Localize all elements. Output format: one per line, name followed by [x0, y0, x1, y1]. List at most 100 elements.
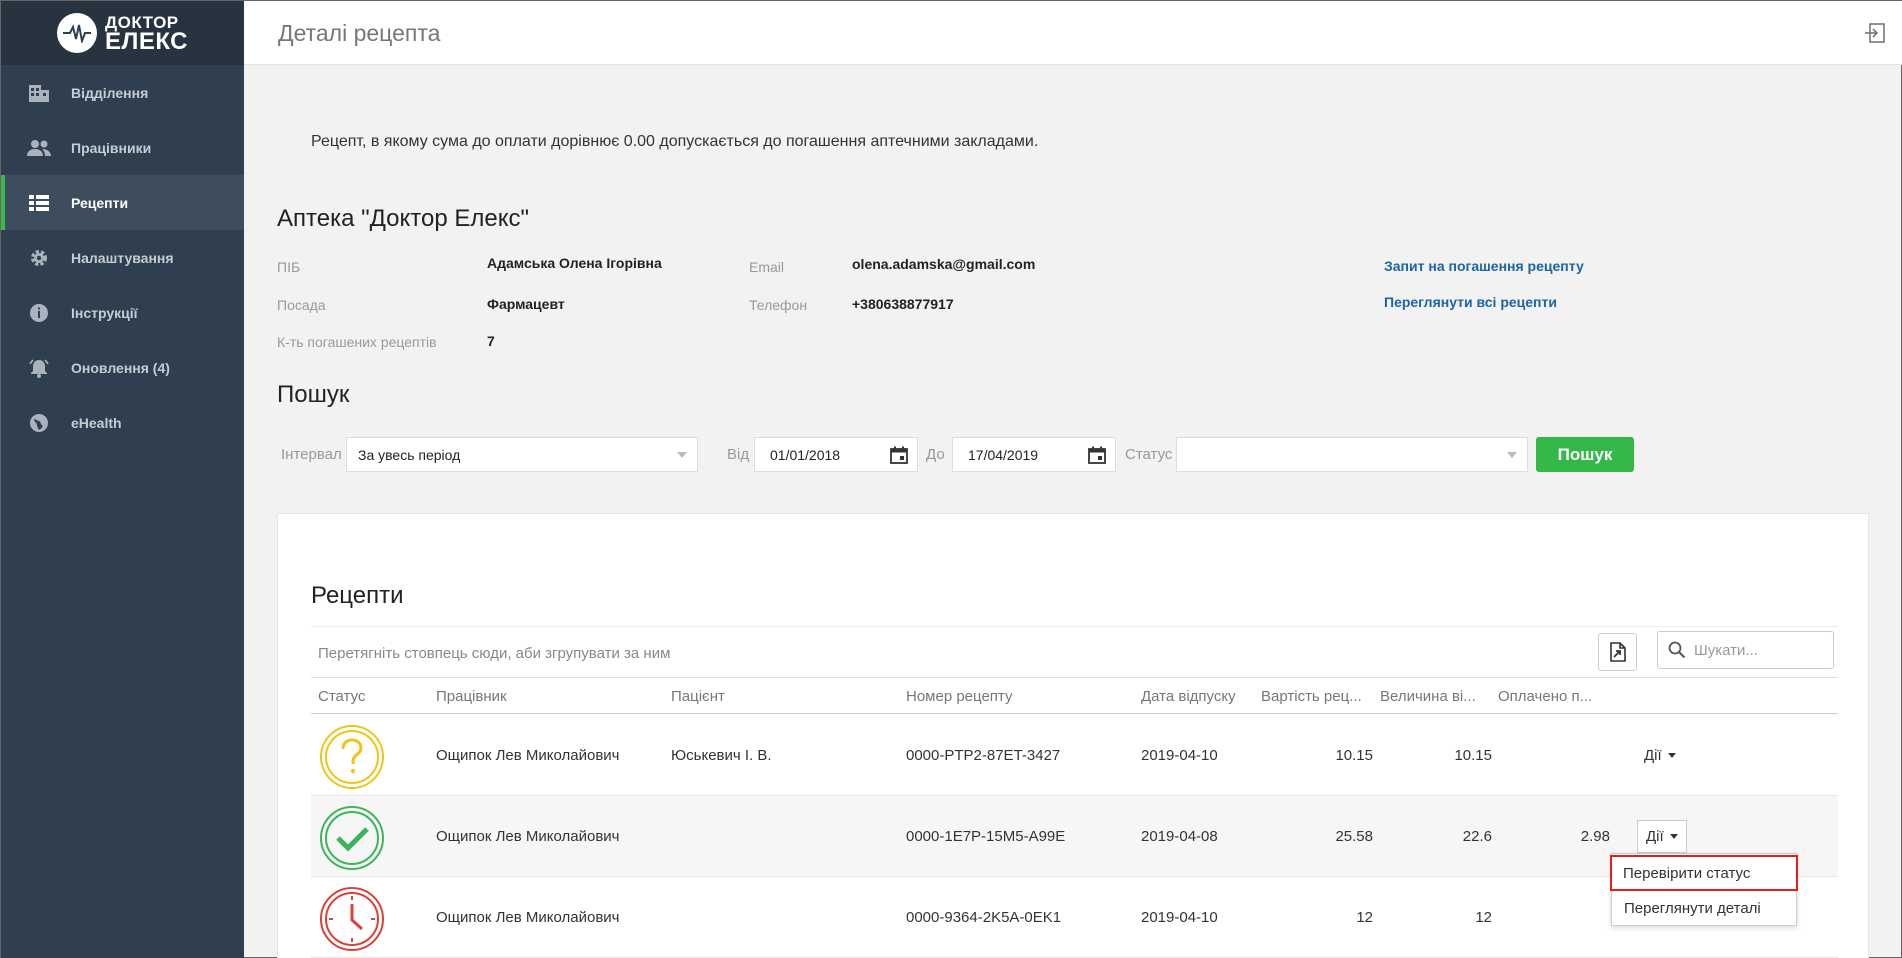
search-icon	[1668, 641, 1686, 659]
caret-down-icon	[1667, 752, 1676, 758]
phone-value: +380638877917	[852, 296, 954, 312]
from-date-value: 01/01/2018	[770, 446, 841, 463]
brand-line2: ЕЛЕКС	[104, 28, 189, 55]
search-button[interactable]: Пошук	[1536, 437, 1634, 472]
cell-employee: Ощипок Лев Миколайович	[436, 747, 620, 764]
view-all-recipes-link[interactable]: Переглянути всі рецепти	[1384, 294, 1557, 310]
interval-select-value: За увесь період	[358, 446, 461, 463]
calendar-icon[interactable]	[889, 445, 909, 465]
cell-number: 0000-9364-2K5A-0EK1	[906, 909, 1062, 926]
building-icon	[27, 81, 51, 105]
actions-button-open[interactable]: Дії	[1637, 820, 1687, 853]
header: Деталі рецепта	[244, 1, 1902, 65]
sidebar-item-label: Налаштування	[71, 249, 174, 266]
column-header-number[interactable]: Номер рецепту	[906, 688, 1012, 705]
info-icon	[27, 301, 51, 325]
group-bar[interactable]: Перетягніть стовпець сюди, аби згрупуват…	[311, 626, 1838, 678]
export-button[interactable]	[1598, 633, 1637, 671]
sidebar-item-recipes[interactable]: Рецепти	[1, 175, 244, 230]
cell-number: 0000-PTP2-87ET-3427	[906, 747, 1061, 764]
cell-date: 2019-04-10	[1141, 747, 1218, 764]
column-header-cost[interactable]: Вартість рец...	[1261, 688, 1373, 705]
menu-item-check-status[interactable]: Перевірити статус	[1610, 855, 1798, 891]
actions-button[interactable]: Дії	[1636, 739, 1684, 771]
cell-amount: 10.15	[1454, 747, 1492, 764]
logout-icon[interactable]	[1864, 22, 1886, 44]
interval-select[interactable]: За увесь період	[346, 437, 698, 472]
table-row[interactable]: Ощипок Лев Миколайович Юськевич І. В. 00…	[311, 715, 1838, 796]
cell-date: 2019-04-10	[1141, 909, 1218, 926]
grid-search[interactable]	[1657, 631, 1834, 669]
count-label: К-ть погашених рецептів	[277, 334, 437, 350]
sidebar-item-label: Працівники	[71, 139, 152, 156]
status-select[interactable]	[1176, 437, 1528, 472]
logo[interactable]: ДОКТОР ЕЛЕКС	[1, 1, 244, 65]
sidebar: ДОКТОР ЕЛЕКС Відділення Працівники Рецеп…	[1, 1, 244, 958]
sidebar-item-label: eHealth	[71, 414, 122, 431]
pib-value: Адамська Олена Ігорівна	[487, 255, 662, 271]
bell-icon	[27, 356, 51, 380]
actions-label: Дії	[1644, 746, 1662, 764]
sidebar-item-settings[interactable]: Налаштування	[1, 230, 244, 285]
sidebar-item-employees[interactable]: Працівники	[1, 120, 244, 175]
column-header-employee[interactable]: Працівник	[436, 688, 507, 705]
position-value: Фармацевт	[487, 296, 565, 312]
cell-paid: 2.98	[1580, 828, 1610, 845]
pib-label: ПІБ	[277, 259, 301, 275]
to-date-input[interactable]: 17/04/2019	[952, 437, 1116, 472]
position-label: Посада	[277, 297, 326, 313]
actions-dropdown-menu: Перевірити статус Переглянути деталі	[1610, 853, 1798, 926]
column-header-amount[interactable]: Величина ві...	[1380, 688, 1485, 705]
pharmacy-title: Аптека "Доктор Елекс"	[277, 205, 530, 232]
sidebar-item-instructions[interactable]: Інструкції	[1, 285, 244, 340]
sidebar-item-label: Рецепти	[71, 194, 129, 211]
cell-amount: 12	[1475, 909, 1492, 926]
chevron-down-icon	[1507, 452, 1517, 458]
cell-employee: Ощипок Лев Миколайович	[436, 909, 620, 926]
cell-employee: Ощипок Лев Миколайович	[436, 828, 620, 845]
table-row[interactable]: Ощипок Лев Миколайович 0000-9364-2K5A-0E…	[311, 877, 1838, 958]
column-header-patient[interactable]: Пацієнт	[671, 688, 725, 705]
sidebar-item-label: Відділення	[71, 84, 149, 101]
chevron-down-icon	[677, 452, 687, 458]
recipes-title: Рецепти	[311, 582, 404, 609]
count-value: 7	[487, 333, 495, 349]
cell-date: 2019-04-08	[1141, 828, 1218, 845]
column-header-paid[interactable]: Оплачено п...	[1498, 688, 1603, 705]
sidebar-item-label: Оновлення (4)	[71, 359, 170, 376]
column-header-status[interactable]: Статус	[318, 688, 365, 705]
column-header-date[interactable]: Дата відпуску	[1141, 688, 1236, 705]
caret-down-icon	[1669, 834, 1678, 839]
notice-text: Рецепт, в якому сума до оплати дорівнює …	[311, 133, 1039, 150]
search-section-title: Пошук	[277, 381, 350, 408]
from-date-input[interactable]: 01/01/2018	[754, 437, 918, 472]
page-title: Деталі рецепта	[278, 20, 441, 46]
actions-label: Дії	[1646, 828, 1664, 845]
calendar-icon[interactable]	[1087, 445, 1107, 465]
sidebar-item-departments[interactable]: Відділення	[1, 65, 244, 120]
gear-icon	[27, 246, 51, 270]
phone-label: Телефон	[749, 297, 808, 313]
people-icon	[27, 136, 51, 160]
sidebar-item-ehealth[interactable]: eHealth	[1, 395, 244, 450]
list-icon	[27, 191, 51, 215]
cell-cost: 12	[1356, 909, 1373, 926]
email-value: olena.adamska@gmail.com	[852, 256, 1036, 272]
cell-cost: 10.15	[1335, 747, 1373, 764]
export-icon	[1609, 642, 1626, 662]
cell-number: 0000-1E7P-15M5-A99E	[906, 828, 1066, 845]
table-row[interactable]: Ощипок Лев Миколайович 0000-1E7P-15M5-A9…	[311, 796, 1838, 877]
from-label: Від	[727, 446, 750, 463]
grid-search-input[interactable]	[1694, 641, 1824, 659]
table-header: Статус Працівник Пацієнт Номер рецепту Д…	[311, 678, 1838, 714]
clock-status-icon	[319, 886, 385, 952]
globe-icon	[27, 411, 51, 435]
status-label: Статус	[1125, 446, 1173, 463]
to-date-value: 17/04/2019	[968, 446, 1039, 463]
request-redemption-link[interactable]: Запит на погашення рецепту	[1384, 258, 1584, 274]
question-status-icon	[319, 724, 385, 790]
sidebar-item-updates[interactable]: Оновлення (4)	[1, 340, 244, 395]
menu-item-view-details[interactable]: Переглянути деталі	[1612, 892, 1796, 924]
sidebar-item-label: Інструкції	[71, 304, 138, 321]
to-label: До	[926, 446, 945, 463]
